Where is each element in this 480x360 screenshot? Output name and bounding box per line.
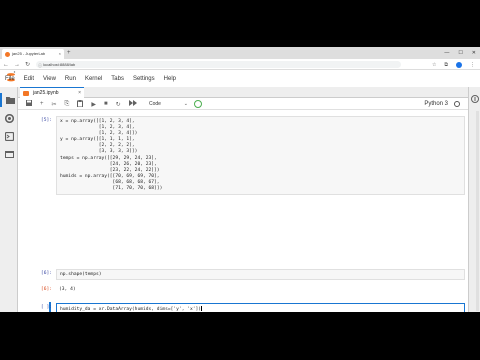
stop-button[interactable]: ■ — [104, 101, 108, 107]
browser-tab-title: jan25 - JupyterLab — [12, 51, 46, 56]
menu-file[interactable]: File — [5, 75, 15, 84]
code-input[interactable]: humidity_da = xr.DataArray(humids, dims=… — [56, 303, 465, 312]
cell-type-select[interactable]: Code ⌄ — [146, 100, 190, 108]
command-palette-tab[interactable] — [0, 129, 18, 143]
code-line: humidity_da = xr.DataArray(humids, dims=… — [60, 307, 202, 312]
document-tab-bar: jan25.ipynb × — [18, 87, 468, 98]
save-icon[interactable] — [26, 100, 32, 108]
close-window-button[interactable]: ✕ — [472, 50, 476, 56]
browser-tab[interactable]: jan25 - JupyterLab × — [2, 49, 64, 59]
notebook-toolbar: + ✂ ⎘ ▶ ■ ↻ Code ⌄ Python 3 — [18, 98, 468, 110]
tabs-icon — [4, 150, 14, 158]
code-input[interactable]: np.shape(temps) — [56, 269, 465, 280]
menu-bar: File Edit View Run Kernel Tabs Settings … — [5, 75, 176, 84]
menu-edit[interactable]: Edit — [24, 75, 34, 84]
palette-icon — [4, 131, 14, 141]
url-text: localhost:8888/lab — [43, 62, 76, 67]
notebook-tab-title: jan25.ipynb — [33, 90, 59, 96]
profile-avatar[interactable] — [456, 61, 462, 68]
close-notebook-icon[interactable]: × — [78, 88, 81, 98]
property-inspector-icon[interactable] — [471, 95, 479, 103]
menu-run[interactable]: Run — [65, 75, 76, 84]
copy-button[interactable]: ⎘ — [65, 101, 70, 108]
run-button[interactable]: ▶ — [91, 101, 96, 108]
menu-settings[interactable]: Settings — [133, 75, 155, 84]
input-prompt: [6]: — [40, 271, 52, 276]
output-prompt: [6]: — [40, 287, 52, 292]
menu-help[interactable]: Help — [164, 75, 176, 84]
notebook-panel: [5]: x = np.array([[1, 2, 3, 4], [1, 2, … — [18, 110, 468, 312]
minimize-window-button[interactable]: — — [444, 50, 449, 56]
code-line: [71, 70, 70, 68]]) — [60, 186, 163, 192]
input-prompt: [5]: — [40, 118, 52, 123]
folder-icon — [5, 97, 15, 104]
restart-button[interactable]: ↻ — [116, 101, 121, 108]
maximize-window-button[interactable]: ☐ — [458, 50, 462, 56]
forward-button[interactable]: → — [14, 62, 20, 68]
url-input[interactable]: ⓘ localhost:8888/lab — [36, 61, 401, 68]
kernel-status-icon — [454, 101, 460, 107]
menu-view[interactable]: View — [43, 75, 56, 84]
menu-kernel[interactable]: Kernel — [85, 75, 102, 84]
file-browser-tab[interactable] — [0, 93, 18, 107]
notebook-tab[interactable]: jan25.ipynb × — [20, 87, 84, 98]
paste-icon[interactable] — [77, 99, 84, 109]
code-input[interactable]: x = np.array([[1, 2, 3, 4], [1, 2, 3, 4]… — [56, 116, 465, 195]
running-sessions-tab[interactable] — [0, 111, 18, 125]
cell-type-value: Code — [149, 101, 161, 107]
menu-tabs[interactable]: Tabs — [111, 75, 124, 84]
info-icon: ⓘ — [38, 63, 42, 68]
close-tab-icon[interactable]: × — [59, 49, 61, 59]
running-icon — [4, 113, 14, 123]
bookmark-star-icon[interactable]: ☆ — [432, 62, 436, 68]
text-cursor — [201, 306, 203, 311]
chevron-down-icon: ⌄ — [183, 101, 188, 107]
left-sidebar — [0, 87, 18, 312]
git-status-icon[interactable] — [194, 100, 202, 108]
extensions-icon[interactable]: ⧉ — [444, 62, 448, 68]
address-bar-row: ← → ↻ ⓘ localhost:8888/lab ☆ ⧉ ⋮ — [0, 59, 480, 70]
add-cell-button[interactable]: + — [40, 101, 44, 107]
new-tab-button[interactable]: + — [67, 48, 71, 58]
cell-output: (3, 4) — [59, 287, 76, 292]
code-line: np.shape(temps) — [60, 272, 102, 277]
notebook-scrollbar[interactable] — [476, 111, 479, 311]
restart-run-all-icon[interactable] — [128, 100, 137, 108]
reload-button[interactable]: ↻ — [25, 61, 30, 68]
notebook-icon — [23, 91, 29, 96]
jupyter-favicon-icon — [5, 52, 10, 57]
kernel-name[interactable]: Python 3 — [424, 98, 448, 110]
input-prompt: [ ]: — [40, 305, 52, 310]
browser-menu-icon[interactable]: ⋮ — [470, 62, 475, 68]
tabs-list-tab[interactable] — [0, 147, 18, 161]
browser-window: jan25 - JupyterLab × + — ☐ ✕ ← → ↻ ⓘ loc… — [0, 47, 480, 312]
cut-button[interactable]: ✂ — [52, 101, 57, 108]
back-button[interactable]: ← — [3, 62, 9, 68]
browser-tab-strip: jan25 - JupyterLab × + — ☐ ✕ — [0, 47, 480, 59]
